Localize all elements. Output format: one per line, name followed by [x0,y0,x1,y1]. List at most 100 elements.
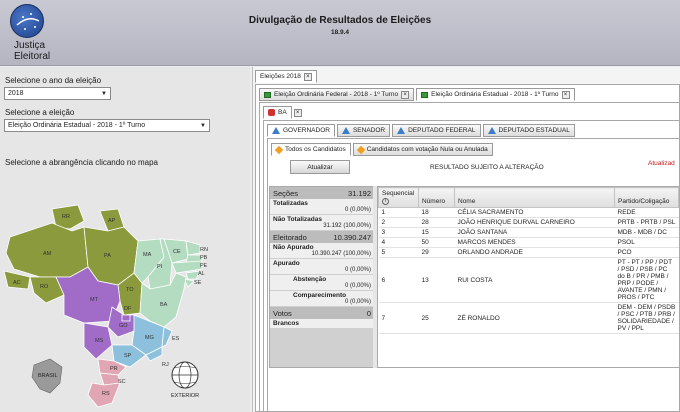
tab-todos-candidatos[interactable]: Todos os Candidatos [271,143,351,156]
table-row[interactable]: 6 13 RUI COSTA PT - PT / PP / PDT / PSD / P… [378,257,679,303]
state-label-mg: MG [145,335,154,341]
stat-eleitorado: Eleitorado 10.390.247 [270,231,374,243]
year-label: Selecione o ano da eleição [5,76,102,85]
app-version: 18.9.4 [330,29,350,36]
state-label-pb: PB [200,255,208,261]
left-panel: Selecione o ano da eleição 2018 ▼ Selecio… [0,67,250,412]
state-label-pi: PI [157,264,163,270]
triangle-icon [272,127,280,134]
state-label-pa: PA [104,253,111,259]
state-label-go: GO [119,323,128,329]
exterior-label[interactable]: EXTERIOR [171,393,199,399]
chevron-down-icon: ▼ [101,91,107,97]
state-df[interactable] [121,314,131,322]
triangle-icon [397,127,406,134]
result-notice: RESULTADO SUJEITO A ALTERAÇÃO [430,164,544,171]
state-rn[interactable] [185,240,201,256]
tab-eleicoes-2018[interactable]: Eleições 2018 × [255,70,317,83]
map-label: Selecione a abrangência clicando no mapa [5,158,158,167]
stat-totalizadas: Totalizadas 0 (0,00%) [270,199,374,215]
election-tabbar: Eleição Ordinária Federal - 2018 - 1º Tu… [259,88,575,102]
state-label-mt: MT [90,297,99,303]
col-sequencial[interactable]: Sequencial i [378,187,419,208]
table-row[interactable]: 2 28 JOÃO HENRIQUE DURVAL CARNEIRO PRTB - P… [378,217,679,228]
tab-eleicao-estadual[interactable]: Eleição Ordinária Estadual - 2018 - 1º T… [416,88,575,101]
stat-comparecimento: Comparecimento 0 (0,00%) [270,291,374,307]
state-label-pe: PE [200,263,208,269]
app-header: Justiça Eleitoral Divulgação de Resultad… [0,0,680,66]
exterior-globe-icon[interactable] [171,361,199,389]
state-es[interactable] [161,326,173,348]
election-select[interactable]: Eleição Ordinária Estadual - 2018 - 1º T… [4,119,210,132]
state-label-es: ES [172,336,180,342]
state-am[interactable] [5,222,89,278]
brasil-label[interactable]: BRASIL [38,373,58,379]
tab-governador[interactable]: GOVERNADOR [267,124,335,137]
close-icon[interactable]: × [293,109,302,117]
col-partido[interactable]: Partido/Coligação [614,187,679,208]
close-icon[interactable]: × [561,90,570,99]
tab-state-ba[interactable]: BA [263,106,292,119]
state-label-al: AL [198,271,205,277]
state-label-ro: RO [40,284,49,290]
table-row[interactable]: 3 15 JOÃO SANTANA MDB - MDB / DC [378,227,679,238]
update-button[interactable]: Atualizar [290,160,350,174]
brazil-map[interactable]: RR AP AM PA MA CE RN PB PE AL SE PI AC R… [0,197,250,412]
stat-apurado: Apurado 0 (0,00%) [270,259,374,275]
table-row[interactable]: 7 25 ZÉ RONALDO DEM - DEM / PSDB / PSC / PT… [378,302,679,334]
col-nome[interactable]: Nome [454,187,615,208]
state-label-to: TO [126,287,134,293]
state-label-rj: RJ [162,362,169,368]
stat-secoes: Seções 31.192 [270,187,374,199]
tab-senador[interactable]: SENADOR [336,124,391,137]
state-label-df: DF [124,306,132,312]
state-label-sp: SP [124,353,132,359]
election-label: Selecione a eleição [5,108,75,117]
state-label-ms: MS [95,338,104,344]
candidate-filter-tabbar: Todos os Candidatos Candidatos com votaç… [271,143,493,157]
state-label-ba: BA [160,302,168,308]
col-numero[interactable]: Número [418,187,455,208]
state-tabbar: BA × [263,106,302,120]
close-icon[interactable]: × [401,90,410,99]
table-row[interactable]: 5 29 ORLANDO ANDRADE PCO [378,247,679,258]
state-label-rr: RR [62,214,70,220]
page-title: Divulgação de Resultados de Eleições [248,15,432,26]
state-label-sc: SC [118,379,126,385]
year-select[interactable]: 2018 ▼ [4,87,111,100]
table-row[interactable]: 4 50 MARCOS MENDES PSOL [378,237,679,248]
table-header-row: Sequencial i Número Nome Partido/Coligaçã… [378,187,679,208]
stats-panel: Seções 31.192 Totalizadas 0 (0,00%) Não To… [269,186,375,368]
tab-eleicao-federal[interactable]: Eleição Ordinária Federal - 2018 - 1º Tu… [259,88,415,101]
close-icon[interactable]: × [303,72,312,81]
tab-candidatos-nula[interactable]: Candidatos com votação Nula ou Anulada [352,143,493,156]
office-tabbar: GOVERNADOR SENADOR DEPUTADO FEDERAL DEPU… [267,124,575,138]
state-label-ce: CE [173,249,181,255]
info-icon[interactable]: i [382,198,389,205]
candidates-table: Sequencial i Número Nome Partido/Coligaçã… [377,186,680,368]
triangle-icon [341,127,350,134]
update-status: Atualizad [648,160,675,167]
state-label-rs: RS [102,391,110,397]
top-tabbar: Eleições 2018 × [255,70,317,84]
grid-icon [421,91,429,98]
chevron-down-icon: ▼ [200,123,206,129]
table-row[interactable]: 1 18 CÉLIA SACRAMENTO REDE [378,207,679,218]
state-label-ac: AC [13,280,21,286]
logo-text: Justiça Eleitoral [14,40,51,62]
state-label-pr: PR [110,366,118,372]
tab-deputado-federal[interactable]: DEPUTADO FEDERAL [392,124,481,137]
state-label-rn: RN [200,247,208,253]
state-label-se: SE [194,280,202,286]
diamond-icon [274,145,284,154]
stat-votos: Votos 0 [270,307,374,319]
state-label-am: AM [43,251,52,257]
state-label-ap: AP [108,218,116,224]
stat-abstencao: Abstenção 0 (0,00%) [270,275,374,291]
stat-nao-totalizadas: Não Totalizadas 31.192 (100,00%) [270,215,374,231]
stat-brancos: Brancos [270,319,374,329]
grid-icon [264,91,271,98]
tab-deputado-estadual[interactable]: DEPUTADO ESTADUAL [482,124,575,137]
state-label-ma: MA [143,252,152,258]
state-flag-icon [268,109,275,116]
